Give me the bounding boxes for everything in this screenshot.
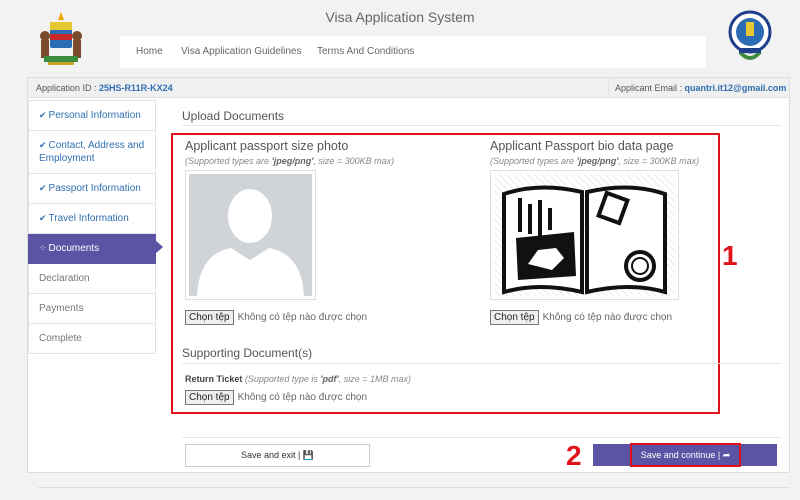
choose-file-button[interactable]: Chọn tệp	[185, 390, 234, 405]
bio-page-hint: (Supported types are 'jpeg/png', size = …	[490, 156, 699, 166]
nav-terms[interactable]: Terms And Conditions	[317, 46, 414, 57]
sidebar-item-passport-information[interactable]: ✔ Passport Information	[28, 174, 156, 204]
application-id-label: Application ID :	[36, 83, 97, 93]
hint-types: 'pdf'	[320, 374, 339, 384]
save-and-exit-label: Save and exit |	[240, 450, 301, 460]
choose-file-button[interactable]: Chọn tệp	[490, 310, 539, 325]
share-arrow-icon: ➦	[722, 450, 731, 460]
header: Visa Application System Home Visa Applic…	[0, 0, 800, 75]
sidebar-item-label: Documents	[48, 243, 100, 254]
sidebar-item-label: Travel Information	[48, 213, 129, 224]
sidebar-item-label: Complete	[39, 333, 82, 344]
sidebar-item-declaration[interactable]: Declaration	[28, 264, 156, 294]
checkmark-icon: ✔	[39, 140, 47, 150]
no-file-text: Không có tệp nào được chọn	[542, 312, 673, 323]
spinner-icon: ⁘	[39, 243, 47, 253]
application-panel: Application ID : 25HS-R11R-KX24 Applican…	[27, 77, 790, 473]
bio-page-preview	[490, 170, 679, 300]
annotation-number-1: 1	[722, 240, 738, 271]
hint-text: (Supported type is	[242, 374, 321, 384]
applicant-email-box: Applicant Email : quantri.it12@gmail.com	[608, 78, 789, 98]
return-ticket-label: Return Ticket (Supported type is 'pdf', …	[185, 374, 411, 384]
bio-page-file-row: Chọn tệp Không có tệp nào được chọn	[490, 310, 672, 325]
floppy-disk-icon: 💾	[302, 450, 315, 460]
applicant-email: Applicant Email : quantri.it12@gmail.com	[615, 83, 786, 93]
save-and-continue-button[interactable]: Save and continue | ➦	[593, 443, 777, 467]
checkmark-icon: ✔	[39, 183, 47, 193]
hint-types: 'jpeg/png'	[271, 156, 314, 166]
applicant-email-label: Applicant Email :	[615, 83, 683, 93]
checkmark-icon: ✔	[39, 213, 47, 223]
sidebar-item-travel-information[interactable]: ✔ Travel Information	[28, 204, 156, 234]
application-id-value: 25HS-R11R-KX24	[99, 83, 173, 93]
passport-photo-file-row: Chọn tệp Không có tệp nào được chọn	[185, 310, 367, 325]
save-and-exit-button[interactable]: Save and exit | 💾	[185, 444, 370, 467]
site-title: Visa Application System	[325, 9, 475, 25]
sidebar-item-contact-address[interactable]: ✔ Contact, Address and Employment	[28, 131, 156, 174]
sidebar-item-personal-information[interactable]: ✔ Personal Information	[28, 100, 156, 131]
no-file-text: Không có tệp nào được chọn	[237, 392, 368, 403]
steps-sidebar: ✔ Personal Information ✔ Contact, Address …	[28, 100, 163, 354]
sidebar-item-label: Personal Information	[48, 110, 141, 121]
passport-photo-preview	[185, 170, 316, 300]
sidebar-item-payments[interactable]: Payments	[28, 294, 156, 324]
applicant-email-value: quantri.it12@gmail.com	[684, 83, 787, 93]
divider	[182, 363, 782, 364]
upload-documents-title: Upload Documents	[182, 109, 285, 123]
sidebar-item-label: Declaration	[39, 273, 90, 284]
sidebar-item-label: Contact, Address and Employment	[39, 140, 145, 164]
sidebar-item-complete[interactable]: Complete	[28, 324, 156, 354]
hint-text: , size = 300KB max)	[313, 156, 395, 166]
hint-types: 'jpeg/png'	[576, 156, 619, 166]
immigration-badge-logo	[727, 8, 773, 68]
main-nav: Home Visa Application Guidelines Terms A…	[120, 36, 706, 68]
sidebar-item-label: Payments	[39, 303, 84, 314]
hint-text: , size = 300KB max)	[618, 156, 700, 166]
passport-photo-hint: (Supported types are 'jpeg/png', size = …	[185, 156, 394, 166]
passport-photo-title: Applicant passport size photo	[185, 139, 349, 153]
checkmark-icon: ✔	[39, 110, 47, 120]
annotation-number-2: 2	[566, 440, 582, 471]
highlight-box-continue: Save and continue | ➦	[630, 443, 741, 467]
bio-page-title: Applicant Passport bio data page	[490, 139, 674, 153]
person-silhouette-icon	[189, 174, 312, 296]
footer-divider	[38, 487, 790, 488]
hint-text: (Supported types are	[185, 156, 272, 166]
nav-home[interactable]: Home	[136, 46, 163, 57]
supporting-documents-title: Supporting Document(s)	[182, 346, 313, 360]
open-passport-icon	[494, 174, 675, 296]
application-info-bar: Application ID : 25HS-R11R-KX24 Applican…	[28, 78, 789, 98]
nav-visa-guidelines[interactable]: Visa Application Guidelines	[181, 46, 301, 57]
hint-text: , size = 1MB max)	[338, 374, 411, 384]
divider	[182, 437, 782, 438]
hint-text: (Supported types are	[490, 156, 577, 166]
sidebar-item-label: Passport Information	[48, 183, 141, 194]
application-id: Application ID : 25HS-R11R-KX24	[36, 83, 173, 93]
save-and-continue-label: Save and continue |	[640, 450, 721, 460]
choose-file-button[interactable]: Chọn tệp	[185, 310, 234, 325]
sidebar-item-documents[interactable]: ⁘ Documents	[28, 234, 163, 264]
return-ticket-name: Return Ticket	[185, 374, 243, 384]
divider	[182, 125, 782, 126]
no-file-text: Không có tệp nào được chọn	[237, 312, 368, 323]
return-ticket-file-row: Chọn tệp Không có tệp nào được chọn	[185, 390, 367, 405]
